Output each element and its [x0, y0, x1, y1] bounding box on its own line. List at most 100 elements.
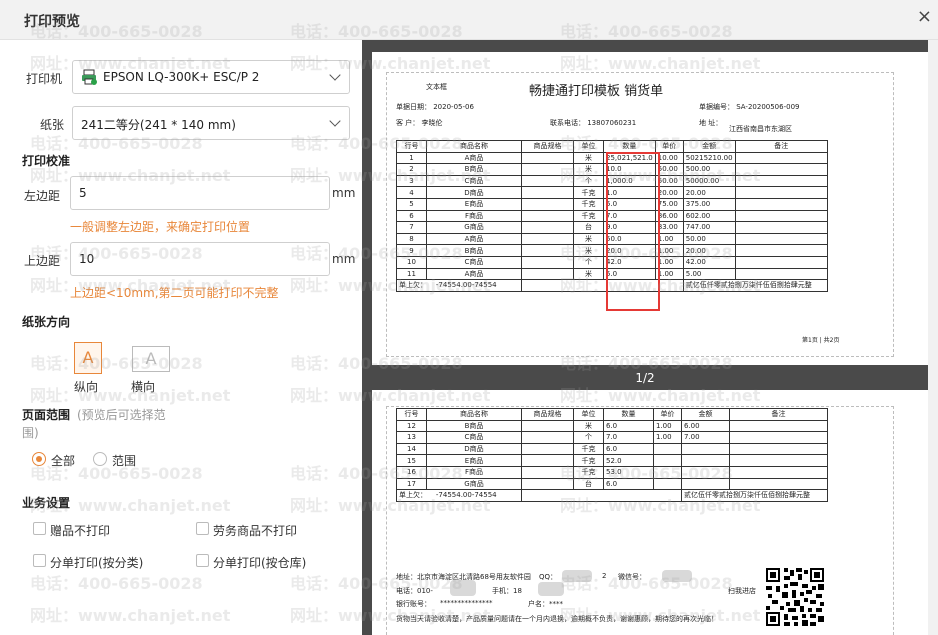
- left-margin-unit: mm: [332, 186, 356, 200]
- cell: 千克: [573, 197, 604, 211]
- cell: [734, 174, 829, 188]
- col-header: 金额: [681, 408, 730, 421]
- split-warehouse-label: 分单打印(按仓库): [213, 556, 307, 570]
- cell: [653, 454, 682, 467]
- cell: A商品: [426, 232, 522, 246]
- cell: [734, 221, 829, 234]
- table-row: 17 G商品 台 6.0: [396, 477, 828, 491]
- cell: [729, 431, 828, 444]
- col-header: 单位: [573, 408, 604, 421]
- preview-scrollbar[interactable]: [928, 40, 938, 635]
- split-category-checkbox[interactable]: [33, 554, 46, 567]
- cell: 7.0: [603, 431, 654, 444]
- cell: 8: [396, 232, 427, 246]
- cell: 米: [573, 244, 604, 257]
- table-header-row: 行号 商品名称 商品规格 单位 数量 单价 金额 备注: [396, 408, 828, 421]
- cell: 747.00: [682, 221, 736, 234]
- range-custom-radio[interactable]: [93, 452, 107, 466]
- cell: [729, 454, 828, 467]
- cell: 375.00: [682, 197, 736, 211]
- print-preview-dialog: 打印预览 × 打印机 EPSON LQ-300K+ ESC/P 2 纸张 241…: [0, 0, 938, 635]
- cell: 米: [573, 163, 604, 176]
- cell: 50.00: [682, 232, 736, 246]
- cell: 14: [396, 442, 427, 456]
- cell: [521, 221, 574, 234]
- cell: B商品: [426, 244, 522, 257]
- col-header: 数量: [603, 408, 654, 421]
- cell: 1.00: [653, 431, 682, 444]
- cell: 个: [573, 431, 604, 444]
- no-gift-checkbox[interactable]: [33, 522, 46, 535]
- cell: 3: [396, 174, 427, 188]
- cell: 千克: [573, 465, 604, 479]
- cell: [521, 477, 574, 491]
- left-margin-label: 左边距: [24, 189, 61, 203]
- cell: D商品: [426, 186, 522, 199]
- total-row: 单上欠： -74554.00-74554 贰亿伍仟零贰拾捌万柒仟伍佰捌拾肆元整: [396, 489, 828, 502]
- total-value: -74554.00-74554: [435, 281, 497, 290]
- split-category-label: 分单打印(按分类): [50, 556, 144, 570]
- cell: [729, 465, 828, 479]
- range-all-radio[interactable]: [32, 452, 46, 466]
- cell: [734, 255, 829, 269]
- no-service-label: 劳务商品不打印: [213, 524, 298, 538]
- cell: C商品: [426, 174, 522, 188]
- cell: [734, 151, 829, 165]
- cell: 千克: [573, 209, 604, 223]
- cell: [734, 209, 829, 223]
- cell: F商品: [426, 209, 522, 223]
- close-icon[interactable]: ×: [917, 6, 932, 27]
- col-header: 商品名称: [426, 140, 522, 153]
- cell: [734, 186, 829, 199]
- page-indicator: 1/2: [635, 371, 655, 385]
- cell: G商品: [426, 477, 522, 491]
- cell: 台: [573, 221, 604, 234]
- cell: 千克: [573, 454, 604, 467]
- top-margin-input[interactable]: 10: [70, 242, 330, 276]
- cell: [734, 163, 829, 176]
- col-header: 行号: [396, 408, 427, 421]
- no-service-checkbox[interactable]: [196, 522, 209, 535]
- cell: [521, 465, 574, 479]
- portrait-option[interactable]: A: [74, 342, 102, 374]
- printer-icon: [81, 69, 97, 85]
- doc-address-label: 地 址：: [699, 119, 723, 127]
- cell: G商品: [426, 221, 522, 234]
- cell: 米: [573, 151, 604, 165]
- cell: 米: [573, 232, 604, 246]
- left-margin-hint: 一般调整左边距，来确定打印位置: [70, 220, 251, 234]
- left-margin-input[interactable]: 5: [70, 176, 330, 210]
- cell: [521, 267, 574, 281]
- page-footer: 第1页 | 共2页: [802, 337, 840, 344]
- table-row: 15 E商品 千克 52.0: [396, 454, 828, 467]
- calibration-title: 打印校准: [22, 154, 71, 168]
- cell: [521, 442, 574, 456]
- cell: B商品: [426, 419, 522, 433]
- cell: E商品: [426, 454, 522, 467]
- printer-select[interactable]: EPSON LQ-300K+ ESC/P 2: [72, 60, 350, 94]
- cell: [521, 454, 574, 467]
- paper-label: 纸张: [40, 118, 65, 132]
- cell: 6.0: [603, 419, 654, 433]
- landscape-option[interactable]: A: [132, 346, 170, 372]
- footer-bank-mask: ***************: [440, 599, 493, 607]
- cell: C商品: [426, 431, 522, 444]
- cell: 6.0: [603, 477, 654, 491]
- table-row: 12 B商品 米 6.0 1.00 6.00: [396, 419, 828, 433]
- col-header: 备注: [734, 140, 829, 153]
- split-warehouse-checkbox[interactable]: [196, 554, 209, 567]
- scan-label: 扫我进店: [728, 587, 756, 595]
- col-header: 商品规格: [521, 140, 574, 153]
- top-margin-label: 上边距: [24, 254, 61, 268]
- cell: 1.00: [653, 419, 682, 433]
- paper-select[interactable]: 241二等分(241 * 140 mm): [72, 106, 350, 140]
- preview-pane[interactable]: 文本框 畅捷通打印模板 销货单 单据日期： 2020-05-06 单据编号： S…: [362, 40, 938, 635]
- footer-notice: 货物当天请验收清楚，产品质量问题请在一个月内退换，逾期概不负责，谢谢惠顾，期待您…: [396, 615, 718, 623]
- footer-qq-tail: 2: [602, 572, 607, 580]
- col-header: 数量: [603, 140, 656, 153]
- cell: 7.00: [681, 431, 730, 444]
- no-gift-label: 赠品不打印: [50, 524, 111, 538]
- cell: B商品: [426, 163, 522, 176]
- printer-value: EPSON LQ-300K+ ESC/P 2: [103, 70, 260, 84]
- cell: 5: [396, 197, 427, 211]
